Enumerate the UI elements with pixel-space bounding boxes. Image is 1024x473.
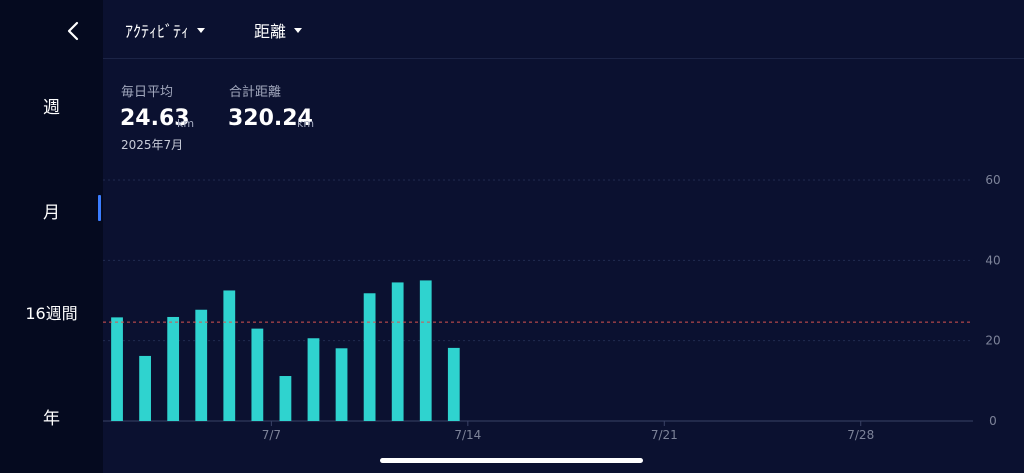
bar-7/5 [223, 290, 236, 421]
bar-7/2 [139, 355, 151, 421]
x-tick-label: 7/14 [454, 428, 481, 442]
y-tick-label: 0 [989, 414, 997, 428]
x-tick-label: 7/28 [847, 428, 874, 442]
bar-7/7 [279, 376, 292, 421]
bar-7/6 [251, 328, 264, 421]
bar-7/10 [363, 293, 376, 421]
x-tick-label: 7/7 [262, 428, 281, 442]
bar-7/13 [447, 347, 460, 421]
bar-7/9 [335, 348, 348, 421]
y-tick-label: 40 [985, 253, 1000, 267]
bar-7/12 [419, 280, 432, 421]
bar-7/3 [167, 316, 180, 421]
bar-7/11 [391, 282, 404, 421]
bar-7/1 [111, 317, 123, 421]
distance-bar-chart: 0 20 40 60 7/7 7/14 7/21 7/28 [103, 173, 1001, 442]
bar-7/4 [195, 309, 208, 421]
home-indicator[interactable] [380, 458, 643, 463]
x-tick-label: 7/21 [651, 428, 678, 442]
bar-7/8 [307, 338, 320, 421]
y-tick-label: 60 [985, 173, 1000, 187]
y-tick-label: 20 [985, 334, 1000, 348]
